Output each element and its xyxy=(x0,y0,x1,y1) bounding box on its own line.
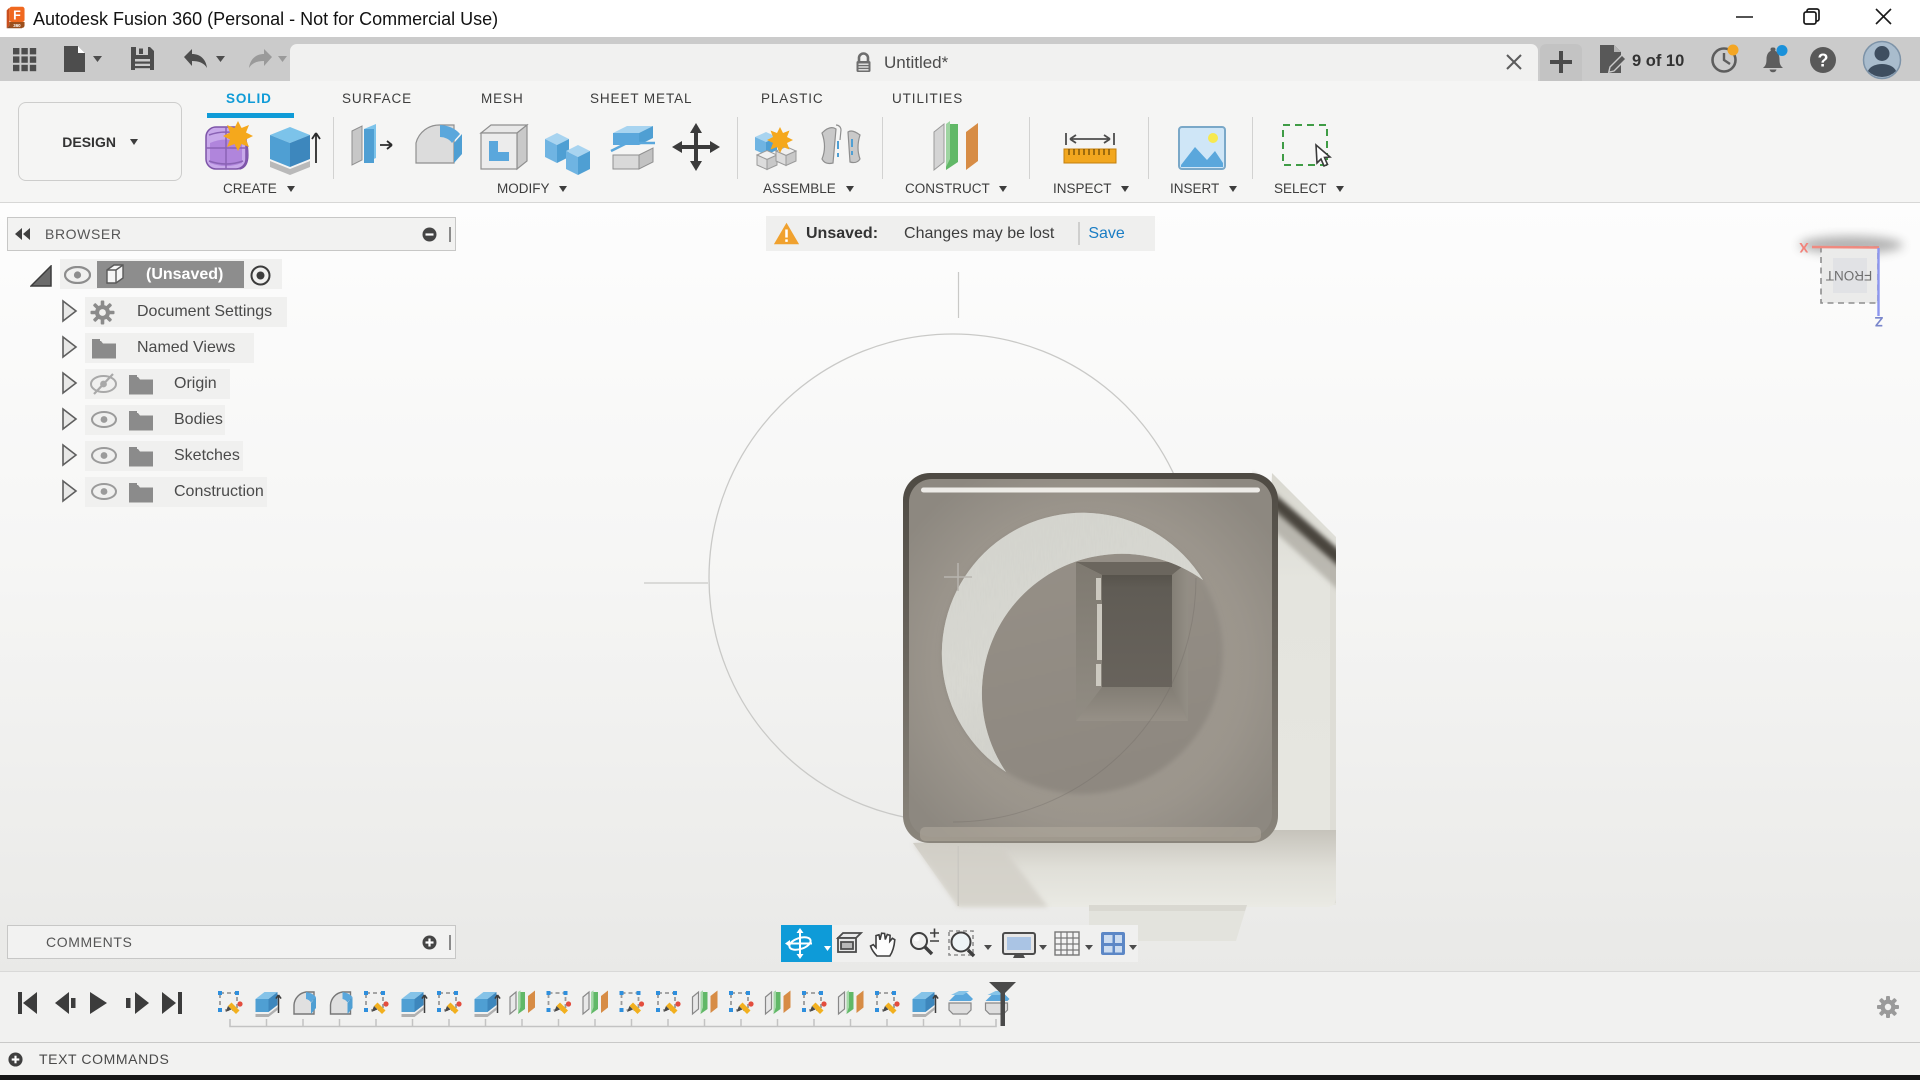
svg-text:9 of 10: 9 of 10 xyxy=(1632,52,1684,70)
svg-text:360: 360 xyxy=(13,23,21,28)
svg-text:FRONT: FRONT xyxy=(1826,268,1873,283)
svg-text:F: F xyxy=(13,8,21,22)
svg-text:X: X xyxy=(1799,240,1809,256)
svg-text:Z: Z xyxy=(1874,314,1883,330)
svg-text:?: ? xyxy=(1818,51,1829,71)
